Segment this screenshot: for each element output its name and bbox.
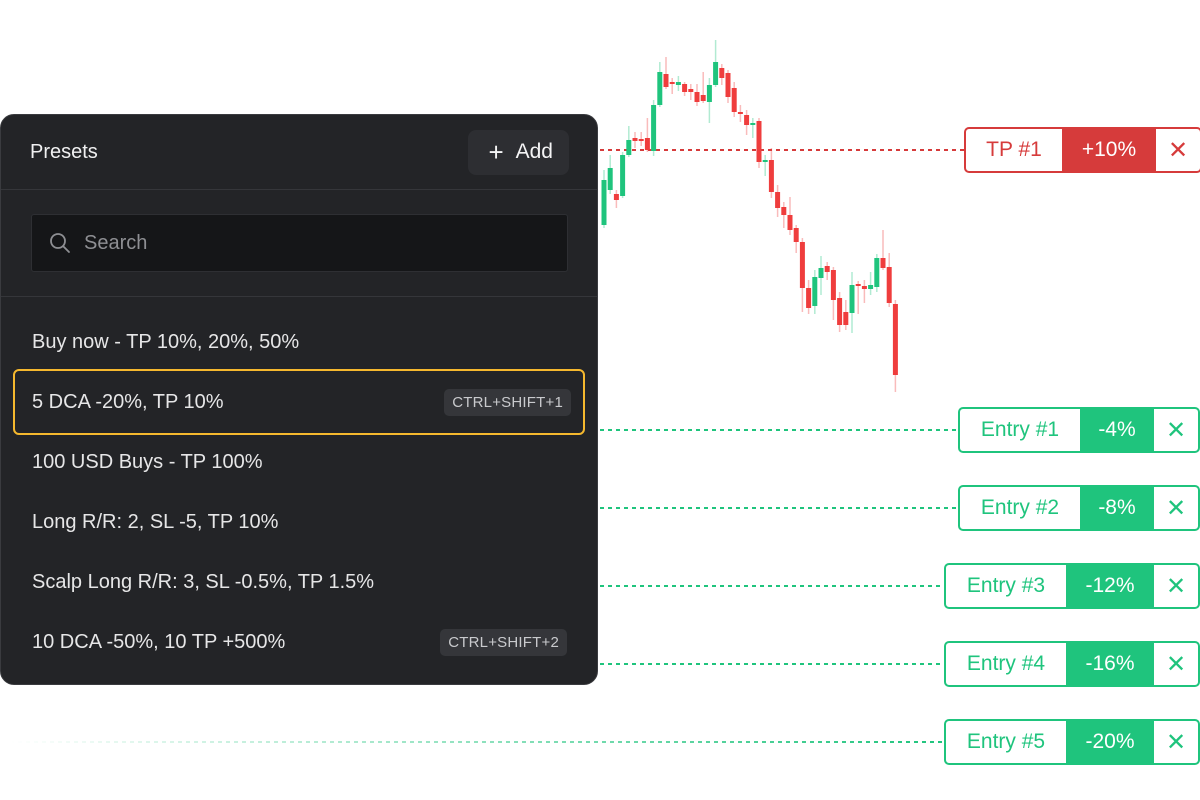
order-percent[interactable]: -12% bbox=[1066, 565, 1154, 607]
candle-down bbox=[793, 228, 799, 242]
close-icon[interactable]: ✕ bbox=[1154, 487, 1198, 529]
candle-down bbox=[806, 288, 812, 308]
order-percent[interactable]: -8% bbox=[1080, 487, 1154, 529]
candle-up bbox=[675, 82, 681, 85]
candle-down bbox=[824, 266, 830, 272]
candle-down bbox=[837, 298, 843, 325]
preset-list: Buy now - TP 10%, 20%, 50% 5 DCA -20%, TP… bbox=[1, 297, 597, 672]
candle-down bbox=[731, 88, 737, 112]
preset-item[interactable]: Long R/R: 2, SL -5, TP 10% bbox=[1, 492, 597, 552]
candle-down bbox=[843, 312, 849, 325]
candle-up bbox=[657, 72, 663, 105]
presets-title: Presets bbox=[30, 140, 98, 163]
candle-down bbox=[744, 115, 750, 125]
candle-up bbox=[874, 258, 880, 287]
preset-label: 10 DCA -50%, 10 TP +500% bbox=[32, 630, 286, 653]
candle-down bbox=[737, 112, 743, 114]
entry-tag[interactable]: Entry #4 -16% ✕ bbox=[944, 641, 1200, 687]
order-percent[interactable]: -16% bbox=[1066, 643, 1154, 685]
preset-item[interactable]: Scalp Long R/R: 3, SL -0.5%, TP 1.5% bbox=[1, 552, 597, 612]
candle-up bbox=[713, 62, 719, 85]
preset-item[interactable]: Buy now - TP 10%, 20%, 50% bbox=[1, 312, 597, 372]
close-icon[interactable]: ✕ bbox=[1154, 643, 1198, 685]
search-section bbox=[1, 190, 597, 297]
preset-item[interactable]: 5 DCA -20%, TP 10% CTRL+SHIFT+1 bbox=[13, 369, 585, 435]
take-profit-tag[interactable]: TP #1 +10% ✕ bbox=[964, 127, 1200, 173]
search-icon bbox=[50, 233, 70, 253]
candle-down bbox=[830, 270, 836, 300]
order-percent[interactable]: -4% bbox=[1080, 409, 1154, 451]
candle-down bbox=[719, 68, 725, 78]
order-name: Entry #2 bbox=[980, 496, 1060, 519]
close-icon[interactable]: ✕ bbox=[1154, 409, 1198, 451]
candle-up bbox=[818, 268, 824, 278]
preset-label: 5 DCA -20%, TP 10% bbox=[32, 390, 224, 413]
presets-header: Presets + Add bbox=[1, 115, 597, 190]
candle-down bbox=[781, 207, 787, 215]
order-name: Entry #4 bbox=[966, 652, 1046, 675]
candle-down bbox=[768, 160, 774, 192]
candle-down bbox=[663, 74, 669, 87]
preset-label: Scalp Long R/R: 3, SL -0.5%, TP 1.5% bbox=[32, 570, 375, 593]
entry-tag[interactable]: Entry #3 -12% ✕ bbox=[944, 563, 1200, 609]
preset-label: 100 USD Buys - TP 100% bbox=[32, 450, 263, 473]
candle-down bbox=[632, 138, 638, 141]
candle-down bbox=[892, 304, 898, 375]
candle-down bbox=[855, 284, 861, 286]
hotkey-badge: CTRL+SHIFT+2 bbox=[440, 628, 567, 656]
candle-up bbox=[706, 85, 712, 102]
candle-down bbox=[638, 139, 644, 141]
candle-down bbox=[880, 258, 886, 268]
add-button-label: Add bbox=[515, 140, 553, 163]
candle-down bbox=[725, 73, 731, 97]
plus-icon: + bbox=[488, 137, 504, 167]
preset-label: Buy now - TP 10%, 20%, 50% bbox=[32, 330, 300, 353]
candle-down bbox=[886, 267, 892, 303]
candle-up bbox=[762, 160, 768, 162]
candle-up bbox=[601, 180, 607, 225]
candle-down bbox=[700, 95, 706, 101]
order-percent[interactable]: +10% bbox=[1062, 129, 1156, 171]
order-name: Entry #3 bbox=[966, 574, 1046, 597]
candle-down bbox=[644, 138, 650, 150]
candle-up bbox=[620, 155, 626, 196]
candle-up bbox=[651, 105, 657, 151]
presets-panel: Presets + Add Buy now - TP 10%, 20%, 50%… bbox=[0, 114, 598, 685]
candle-up bbox=[607, 168, 613, 190]
hotkey-badge: CTRL+SHIFT+1 bbox=[444, 388, 571, 416]
candle-up bbox=[626, 140, 632, 155]
candle-up bbox=[812, 277, 818, 306]
candle-down bbox=[669, 82, 675, 84]
candle-up bbox=[868, 285, 874, 289]
order-name: Entry #1 bbox=[980, 418, 1060, 441]
candle-down bbox=[861, 286, 867, 289]
search-input[interactable] bbox=[82, 230, 567, 256]
candle-down bbox=[799, 242, 805, 288]
candle-down bbox=[775, 192, 781, 208]
candle-up bbox=[849, 285, 855, 313]
close-icon[interactable]: ✕ bbox=[1156, 129, 1200, 171]
order-name: TP #1 bbox=[986, 138, 1042, 161]
candle-down bbox=[688, 89, 694, 92]
entry-tag[interactable]: Entry #5 -20% ✕ bbox=[944, 719, 1200, 765]
candle-down bbox=[694, 92, 700, 102]
preset-item[interactable]: 100 USD Buys - TP 100% bbox=[1, 432, 597, 492]
search-field[interactable] bbox=[31, 214, 568, 272]
entry-tag[interactable]: Entry #1 -4% ✕ bbox=[958, 407, 1200, 453]
close-icon[interactable]: ✕ bbox=[1154, 565, 1198, 607]
order-percent[interactable]: -20% bbox=[1066, 721, 1154, 763]
candle-up bbox=[750, 123, 756, 125]
preset-item[interactable]: 10 DCA -50%, 10 TP +500% CTRL+SHIFT+2 bbox=[1, 612, 597, 672]
candle-down bbox=[682, 84, 688, 92]
order-name: Entry #5 bbox=[966, 730, 1046, 753]
entry-tag[interactable]: Entry #2 -8% ✕ bbox=[958, 485, 1200, 531]
preset-label: Long R/R: 2, SL -5, TP 10% bbox=[32, 510, 279, 533]
add-preset-button[interactable]: + Add bbox=[468, 129, 569, 175]
candle-down bbox=[756, 121, 762, 162]
candle-down bbox=[787, 215, 793, 230]
candle-down bbox=[613, 194, 619, 200]
close-icon[interactable]: ✕ bbox=[1154, 721, 1198, 763]
